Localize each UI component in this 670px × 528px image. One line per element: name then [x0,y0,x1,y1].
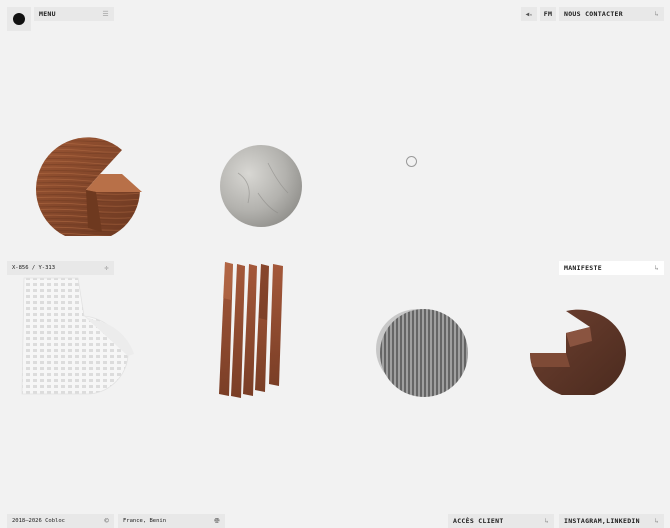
wood-slats-sculpture[interactable] [215,260,291,400]
sound-toggle-button[interactable]: ◀ ✕ [521,7,537,21]
hamburger-icon: ☰ [102,10,109,18]
fm-button[interactable]: FM [540,7,556,21]
menu-label: MENU [39,10,56,18]
copyright-text: 2018—2026 Cobloc [12,518,65,524]
fm-label: FM [543,10,553,18]
white-grid-sculpture[interactable] [18,276,138,398]
logo-dot-icon [13,13,25,25]
manifeste-button[interactable]: MANIFESTE ↳ [559,261,664,275]
ribbed-stone-disc-sculpture[interactable] [372,303,472,399]
mute-mark: ✕ [529,11,533,17]
wood-pacman-sculpture[interactable] [30,130,150,236]
client-access-label: ACCÈS CLIENT [453,517,504,525]
dark-wood-pacman-sculpture[interactable] [526,305,640,395]
copyright-chip: 2018—2026 Cobloc © [7,514,114,528]
logo-button[interactable] [7,7,31,31]
contact-button[interactable]: NOUS CONTACTER ↳ [559,7,664,21]
corner-arrow-icon: ↳ [654,10,659,18]
copyright-icon: © [104,517,109,525]
corner-arrow-icon: ↳ [654,517,659,525]
coordinates-text: X-856 / Y-313 [12,265,56,271]
location-chip: France, Benin 🌐︎ [118,514,225,528]
social-links-button[interactable]: INSTAGRAM,LINKEDIN ↳ [559,514,664,528]
crosshair-icon: ✛ [104,264,109,272]
corner-arrow-icon: ↳ [654,264,659,272]
coordinates-readout: X-856 / Y-313 ✛ [7,261,114,275]
stone-sphere-sculpture[interactable] [218,143,304,229]
manifeste-label: MANIFESTE [564,264,602,272]
contact-label: NOUS CONTACTER [564,10,623,18]
corner-arrow-icon: ↳ [544,517,549,525]
social-links-label: INSTAGRAM,LINKEDIN [564,517,640,525]
globe-icon: 🌐︎ [214,516,220,525]
loading-ring-icon [406,156,417,167]
location-text: France, Benin [123,518,167,524]
client-access-button[interactable]: ACCÈS CLIENT ↳ [448,514,554,528]
menu-button[interactable]: MENU ☰ [34,7,114,21]
